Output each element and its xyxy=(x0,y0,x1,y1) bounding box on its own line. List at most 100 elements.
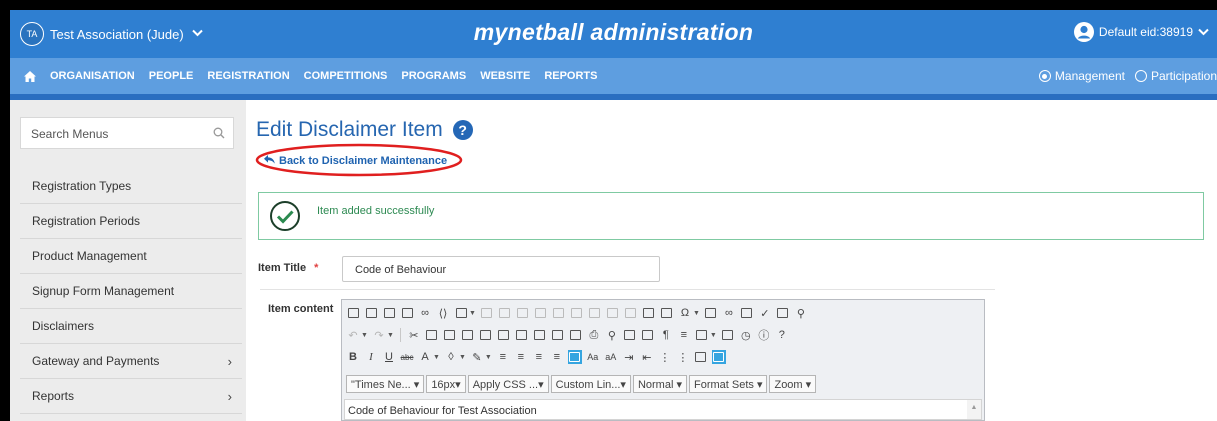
grid-icon[interactable] xyxy=(740,306,754,320)
font-size-select[interactable]: 16px▾ xyxy=(426,375,466,393)
clear-format-icon[interactable] xyxy=(567,350,582,364)
align-left-icon[interactable]: ≡ xyxy=(496,350,510,364)
template-icon[interactable] xyxy=(551,328,565,342)
document-icon[interactable] xyxy=(364,306,378,320)
back-to-disclaimer-link[interactable]: Back to Disclaimer Maintenance xyxy=(264,155,447,167)
paragraph-style-select[interactable]: Normal ▾ xyxy=(632,375,687,393)
row-props-icon[interactable] xyxy=(606,306,620,320)
strip-format-icon[interactable] xyxy=(641,328,655,342)
table-icon[interactable] xyxy=(454,306,468,320)
underline-icon[interactable]: U xyxy=(382,350,396,364)
paste-html-icon[interactable] xyxy=(497,328,511,342)
align-icon[interactable]: ≡ xyxy=(677,328,691,342)
code-icon[interactable]: ⟨⟩ xyxy=(436,306,450,320)
sidebar-item-gateway-and-payments[interactable]: Gateway and Payments › xyxy=(20,344,242,379)
copy-icon[interactable] xyxy=(425,328,439,342)
strikethrough-icon[interactable]: abc xyxy=(400,350,414,364)
insert-image-icon[interactable] xyxy=(694,350,708,364)
format-sets-select[interactable]: Format Sets ▾ xyxy=(688,375,768,393)
nav-registration[interactable]: REGISTRATION xyxy=(207,70,289,82)
paste-word-icon[interactable] xyxy=(479,328,493,342)
align-right-icon[interactable]: ≡ xyxy=(532,350,546,364)
participation-radio[interactable] xyxy=(1134,70,1147,82)
page-icon[interactable] xyxy=(569,328,583,342)
preview-icon[interactable] xyxy=(776,306,790,320)
italic-icon[interactable]: I xyxy=(364,350,378,364)
sidebar-item-disclaimers[interactable]: Disclaimers xyxy=(20,309,242,344)
clock-icon[interactable]: ◷ xyxy=(739,328,753,342)
form-icon[interactable] xyxy=(642,306,656,320)
media-icon[interactable] xyxy=(382,306,396,320)
sidebar-item-reports[interactable]: Reports › xyxy=(20,379,242,414)
spellcheck-icon[interactable]: ✓ xyxy=(758,306,772,320)
uppercase-icon[interactable]: Aa xyxy=(586,350,600,364)
print-icon[interactable]: ⎙ xyxy=(587,328,601,342)
find-replace-icon[interactable]: ⚲ xyxy=(605,328,619,342)
undo-icon[interactable]: ↶ xyxy=(346,328,360,342)
font-color-icon[interactable]: A xyxy=(418,350,432,364)
redo-icon[interactable]: ↷ xyxy=(372,328,386,342)
image-icon[interactable] xyxy=(346,306,360,320)
special-char-icon[interactable]: Ω xyxy=(678,306,692,320)
font-family-select[interactable]: "Times Ne... ▾ xyxy=(346,375,425,393)
search-icon[interactable] xyxy=(213,126,225,144)
info-icon[interactable]: ⓘ xyxy=(757,328,771,342)
align-center-icon[interactable]: ≡ xyxy=(514,350,528,364)
format-painter-icon[interactable]: ✎ xyxy=(470,350,484,364)
bullet-list-icon[interactable]: ⋮ xyxy=(676,350,690,364)
nav-programs[interactable]: PROGRAMS xyxy=(401,70,466,82)
lowercase-icon[interactable]: aA xyxy=(604,350,618,364)
align-justify-icon[interactable]: ≡ xyxy=(550,350,564,364)
link-icon[interactable]: ∞ xyxy=(418,306,432,320)
nav-people[interactable]: PEOPLE xyxy=(149,70,194,82)
scroll-up-icon[interactable]: ▲ xyxy=(967,400,981,419)
table-delete-icon[interactable] xyxy=(570,306,584,320)
help-icon[interactable]: ? xyxy=(452,120,473,140)
cut-icon[interactable]: ✂ xyxy=(407,328,421,342)
anchor-icon[interactable]: ∞ xyxy=(722,306,736,320)
col-props-icon[interactable] xyxy=(624,306,638,320)
clipboard-icon[interactable] xyxy=(533,328,547,342)
nav-competitions[interactable]: COMPETITIONS xyxy=(304,70,388,82)
table-merge-icon[interactable] xyxy=(516,306,530,320)
sidebar-item-registration-periods[interactable]: Registration Periods xyxy=(20,204,242,239)
paste-text-icon[interactable] xyxy=(461,328,475,342)
user-menu[interactable]: Default eid:38919 xyxy=(1073,22,1209,42)
select-all-icon[interactable] xyxy=(623,328,637,342)
table-col-icon[interactable] xyxy=(498,306,512,320)
nav-website[interactable]: WEBSITE xyxy=(480,70,530,82)
indent-icon[interactable]: ⇥ xyxy=(622,350,636,364)
paragraph-icon[interactable]: ¶ xyxy=(659,328,673,342)
numbered-list-icon[interactable]: ⋮ xyxy=(658,350,672,364)
sidebar-item-registration-types[interactable]: Registration Types xyxy=(20,169,242,204)
paste-icon[interactable] xyxy=(443,328,457,342)
calendar-icon[interactable] xyxy=(721,328,735,342)
find-icon[interactable]: ⚲ xyxy=(794,306,808,320)
cell-props-icon[interactable] xyxy=(588,306,602,320)
organisation-switcher[interactable]: TA Test Association (Jude) xyxy=(20,22,203,46)
insert-box-icon[interactable] xyxy=(695,328,709,342)
sidebar-item-signup-form-management[interactable]: Signup Form Management xyxy=(20,274,242,309)
nav-reports[interactable]: REPORTS xyxy=(544,70,597,82)
image-manager-icon[interactable] xyxy=(711,350,726,364)
custom-links-select[interactable]: Custom Lin...▾ xyxy=(550,375,631,393)
sidebar-item-product-management[interactable]: Product Management xyxy=(20,239,242,274)
zoom-select[interactable]: Zoom ▾ xyxy=(769,375,817,393)
form-element-icon[interactable] xyxy=(660,306,674,320)
bold-icon[interactable]: B xyxy=(346,350,360,364)
home-icon[interactable] xyxy=(24,70,36,82)
nav-organisation[interactable]: ORGANISATION xyxy=(50,70,135,82)
paste-format-icon[interactable] xyxy=(515,328,529,342)
table-split-icon[interactable] xyxy=(534,306,548,320)
search-input[interactable] xyxy=(21,118,213,150)
apply-css-select[interactable]: Apply CSS ...▾ xyxy=(467,375,549,393)
item-title-input[interactable] xyxy=(343,257,657,283)
gallery-icon[interactable] xyxy=(400,306,414,320)
outdent-icon[interactable]: ⇤ xyxy=(640,350,654,364)
editor-content-area[interactable]: Code of Behaviour for Test Association ▲ xyxy=(344,399,982,420)
table-insert-icon[interactable] xyxy=(552,306,566,320)
embed-icon[interactable] xyxy=(704,306,718,320)
highlight-icon[interactable]: ◊ xyxy=(444,350,458,364)
management-radio[interactable] xyxy=(1038,70,1051,82)
table-row-icon[interactable] xyxy=(480,306,494,320)
